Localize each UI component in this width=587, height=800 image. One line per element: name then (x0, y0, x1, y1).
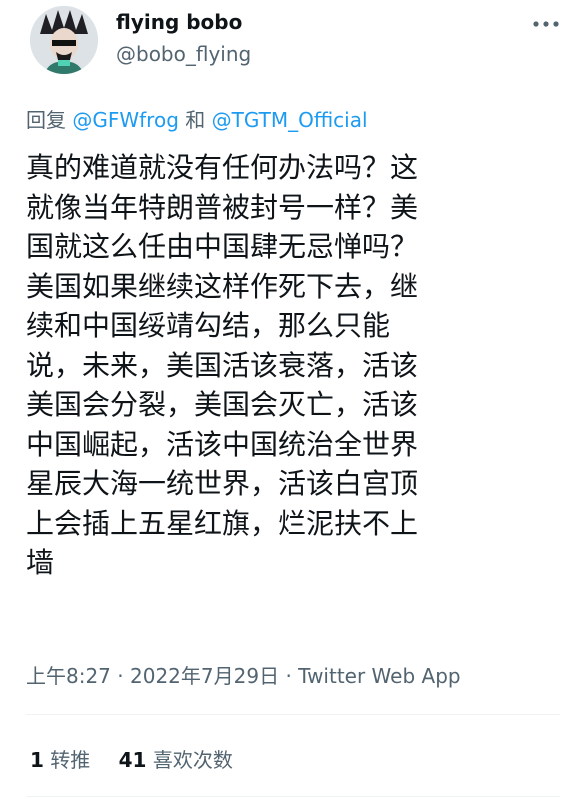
more-options-button[interactable] (528, 10, 564, 38)
tweet-stats: 1 转推 41 喜欢次数 (30, 744, 255, 773)
mention-tgtm-official[interactable]: @TGTM_Official (212, 108, 368, 132)
meta-separator: · (285, 664, 292, 688)
tweet-text: 真的难道就没有任何办法吗？这 就像当年特朗普被封号一样？美 国就这么任由中国肆无… (26, 151, 419, 579)
tweet-time[interactable]: 上午8:27 (26, 664, 111, 688)
divider (26, 796, 560, 797)
likes-stat[interactable]: 41 喜欢次数 (119, 748, 233, 772)
more-icon (533, 21, 559, 27)
retweets-label: 转推 (50, 748, 91, 772)
reply-joiner: 和 (185, 108, 206, 132)
retweets-stat[interactable]: 1 转推 (30, 748, 90, 772)
likes-label: 喜欢次数 (152, 748, 233, 772)
handle[interactable]: @bobo_flying (116, 42, 251, 66)
tweet-date[interactable]: 2022年7月29日 (130, 664, 279, 688)
reply-prefix: 回复 (26, 108, 66, 132)
likes-count: 41 (118, 748, 147, 772)
avatar[interactable] (30, 6, 98, 74)
retweets-count: 1 (30, 748, 44, 772)
tweet-header: flying bobo @bobo_flying (0, 0, 587, 90)
meta-separator: · (117, 664, 124, 688)
tweet-meta: 上午8:27 · 2022年7月29日 · Twitter Web App (26, 660, 461, 689)
divider (26, 714, 560, 715)
display-name[interactable]: flying bobo (116, 10, 242, 34)
profile-avatar-icon (30, 6, 98, 74)
tweet-source[interactable]: Twitter Web App (298, 664, 460, 688)
mention-gfwfrog[interactable]: @GFWfrog (72, 108, 179, 132)
reply-context: 回复 @GFWfrog 和 @TGTM_Official (26, 104, 368, 133)
